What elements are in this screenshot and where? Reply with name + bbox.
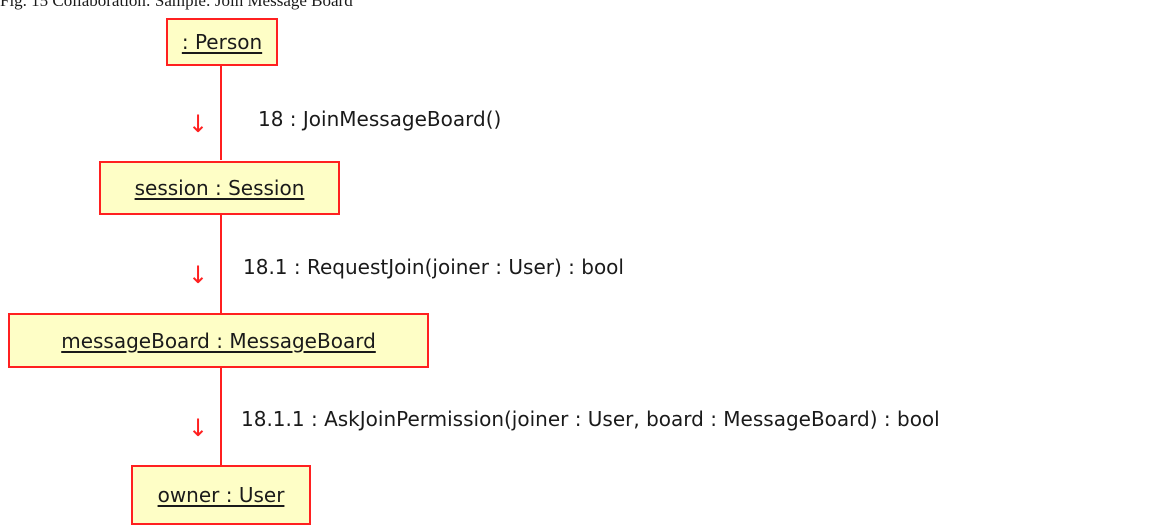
message-label: 18.1.1 : AskJoinPermission(joiner : User… xyxy=(241,407,940,431)
link-messageboard-owner xyxy=(220,368,222,465)
link-person-session xyxy=(220,66,222,160)
object-owner-label: owner : User xyxy=(157,483,285,507)
diagram-caption: Fig. 15 Collaboration: Sample: Join Mess… xyxy=(0,0,353,10)
object-person-label: : Person xyxy=(181,30,263,54)
object-session[interactable]: session : Session xyxy=(99,161,340,215)
message-arrow-down-icon: ↓ xyxy=(188,261,209,289)
link-session-messageboard xyxy=(220,215,222,313)
object-messageboard[interactable]: messageBoard : MessageBoard xyxy=(8,313,429,368)
object-session-label: session : Session xyxy=(134,176,305,200)
object-messageboard-label: messageBoard : MessageBoard xyxy=(61,328,376,353)
object-person[interactable]: : Person xyxy=(166,18,278,66)
message-arrow-down-icon: ↓ xyxy=(188,110,209,138)
message-label: 18 : JoinMessageBoard() xyxy=(258,107,502,131)
object-owner[interactable]: owner : User xyxy=(131,465,311,525)
message-label: 18.1 : RequestJoin(joiner : User) : bool xyxy=(243,255,624,279)
message-arrow-down-icon: ↓ xyxy=(188,414,209,442)
